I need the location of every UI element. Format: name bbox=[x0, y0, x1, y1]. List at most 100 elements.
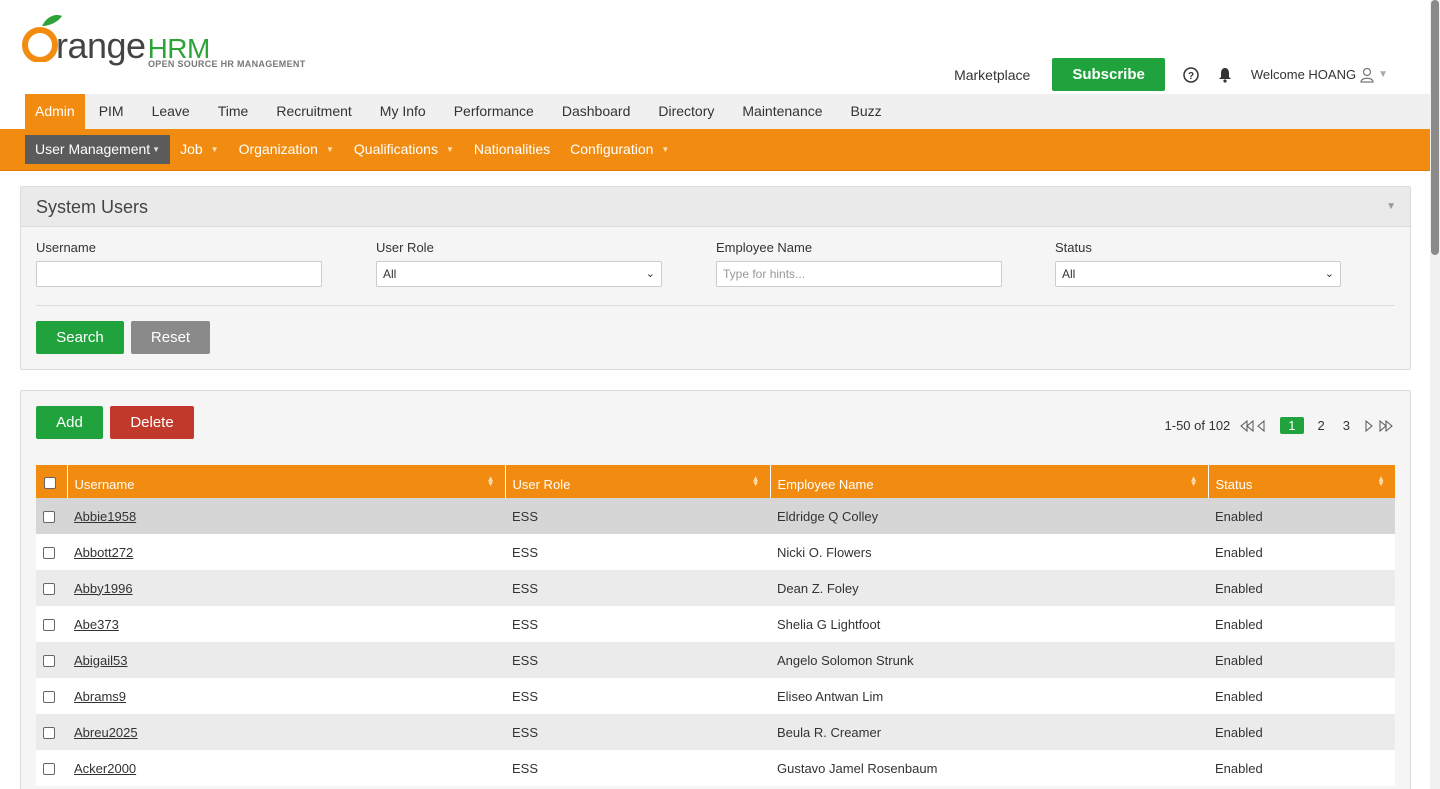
chevron-down-icon: ⌄ bbox=[645, 268, 655, 280]
username-field-group: Username bbox=[36, 240, 322, 287]
page-3[interactable]: 3 bbox=[1339, 418, 1354, 433]
subnav-user-management[interactable]: User Management ▼ bbox=[25, 135, 171, 164]
employee-name-cell: Shelia G Lightfoot bbox=[770, 606, 1208, 642]
search-button[interactable]: Search bbox=[36, 321, 124, 354]
sort-icon: ▲ ▼ bbox=[751, 474, 760, 488]
logo-word: range bbox=[56, 25, 146, 66]
chevron-down-icon: ▼ bbox=[661, 145, 670, 154]
page-2[interactable]: 2 bbox=[1314, 418, 1329, 433]
employee-name-cell: Dean Z. Foley bbox=[770, 570, 1208, 606]
subnav-label: Organization bbox=[238, 141, 318, 157]
nav-maintenance[interactable]: Maintenance bbox=[728, 94, 836, 129]
nav-directory[interactable]: Directory bbox=[644, 94, 728, 129]
table-row[interactable]: Abigail53 ESS Angelo Solomon Strunk Enab… bbox=[36, 642, 1395, 678]
col-label: Username bbox=[74, 477, 135, 492]
add-button[interactable]: Add bbox=[36, 406, 103, 439]
col-label: Status bbox=[1215, 477, 1253, 492]
status-label: Status bbox=[1055, 240, 1092, 255]
username-link[interactable]: Abreu2025 bbox=[74, 725, 138, 740]
collapse-toggle-icon[interactable]: ▼ bbox=[1386, 201, 1396, 212]
row-checkbox[interactable] bbox=[43, 511, 55, 524]
welcome-text: Welcome HOANG bbox=[1250, 67, 1357, 82]
row-checkbox[interactable] bbox=[43, 583, 55, 596]
row-checkbox[interactable] bbox=[43, 655, 55, 668]
table-row[interactable]: Acker2000 ESS Gustavo Jamel Rosenbaum En… bbox=[36, 750, 1395, 786]
chevron-down-icon: ▼ bbox=[445, 145, 454, 154]
table-row[interactable]: Abreu2025 ESS Beula R. Creamer Enabled bbox=[36, 714, 1395, 750]
subnav-nationalities[interactable]: Nationalities bbox=[464, 135, 560, 164]
main-nav: Admin PIM Leave Time Recruitment My Info… bbox=[25, 94, 1430, 129]
nav-buzz[interactable]: Buzz bbox=[837, 94, 896, 129]
nav-dashboard[interactable]: Dashboard bbox=[548, 94, 645, 129]
nav-recruitment[interactable]: Recruitment bbox=[262, 94, 365, 129]
username-link[interactable]: Abbott272 bbox=[74, 545, 133, 560]
subnav-label: Qualifications bbox=[353, 141, 438, 157]
pagination-range: 1-50 of 102 bbox=[1164, 418, 1231, 433]
nav-pim[interactable]: PIM bbox=[85, 94, 138, 129]
bell-icon[interactable] bbox=[1217, 67, 1233, 83]
table-row[interactable]: Abby1996 ESS Dean Z. Foley Enabled bbox=[36, 570, 1395, 606]
select-all-checkbox[interactable] bbox=[44, 476, 56, 489]
subnav-job[interactable]: Job ▼ bbox=[170, 135, 229, 164]
pagination: 1-50 of 102 1 2 3 bbox=[1165, 417, 1394, 434]
username-input[interactable] bbox=[36, 261, 322, 287]
username-link[interactable]: Abe373 bbox=[74, 617, 119, 632]
username-link[interactable]: Abbie1958 bbox=[74, 509, 136, 524]
col-user-role[interactable]: User Role ▲ ▼ bbox=[505, 465, 771, 498]
page-1[interactable]: 1 bbox=[1280, 417, 1304, 434]
subnav-label: Job bbox=[180, 141, 203, 157]
nav-time[interactable]: Time bbox=[204, 94, 263, 129]
orangehrm-logo[interactable]: rangeHRM OPEN SOURCE HR MANAGEMENT bbox=[22, 12, 312, 74]
row-checkbox[interactable] bbox=[43, 763, 55, 776]
employee-name-input[interactable]: Type for hints... bbox=[716, 261, 1002, 287]
system-users-search-panel: System Users ▼ Username User Role All ⌄ E… bbox=[20, 186, 1411, 370]
page-scrollbar[interactable] bbox=[1430, 0, 1440, 789]
svg-text:?: ? bbox=[1188, 71, 1194, 82]
row-checkbox[interactable] bbox=[43, 547, 55, 560]
col-username[interactable]: Username ▲ ▼ bbox=[67, 465, 506, 498]
subscribe-button[interactable]: Subscribe bbox=[1052, 58, 1165, 91]
username-link[interactable]: Acker2000 bbox=[74, 761, 136, 776]
table-row[interactable]: Abbie1958 ESS Eldridge Q Colley Enabled bbox=[36, 498, 1395, 534]
username-link[interactable]: Abrams9 bbox=[74, 689, 126, 704]
panel-title: System Users bbox=[36, 197, 149, 217]
pager-first-last-icon[interactable] bbox=[1240, 419, 1270, 432]
user-role-cell: ESS bbox=[505, 570, 770, 606]
delete-button[interactable]: Delete bbox=[110, 406, 194, 439]
scrollbar-thumb[interactable] bbox=[1431, 0, 1439, 255]
subnav-organization[interactable]: Organization ▼ bbox=[229, 135, 344, 164]
help-icon[interactable]: ? bbox=[1183, 66, 1199, 83]
subnav-qualifications[interactable]: Qualifications ▼ bbox=[344, 135, 464, 164]
welcome-menu[interactable]: Welcome HOANG ▼ bbox=[1251, 67, 1388, 83]
status-cell: Enabled bbox=[1208, 678, 1395, 714]
table-row[interactable]: Abe373 ESS Shelia G Lightfoot Enabled bbox=[36, 606, 1395, 642]
marketplace-link[interactable]: Marketplace bbox=[954, 67, 1030, 83]
row-checkbox[interactable] bbox=[43, 619, 55, 632]
reset-button[interactable]: Reset bbox=[131, 321, 210, 354]
subnav-configuration[interactable]: Configuration ▼ bbox=[560, 135, 679, 164]
nav-my-info[interactable]: My Info bbox=[366, 94, 440, 129]
user-role-cell: ESS bbox=[505, 750, 770, 786]
username-link[interactable]: Abby1996 bbox=[74, 581, 133, 596]
user-role-cell: ESS bbox=[505, 678, 770, 714]
user-role-cell: ESS bbox=[505, 498, 770, 534]
sort-icon: ▲ ▼ bbox=[1189, 474, 1198, 488]
pager-next-last-icon[interactable] bbox=[1364, 419, 1394, 432]
username-link[interactable]: Abigail53 bbox=[74, 653, 128, 668]
table-row[interactable]: Abrams9 ESS Eliseo Antwan Lim Enabled bbox=[36, 678, 1395, 714]
user-role-select[interactable]: All ⌄ bbox=[376, 261, 662, 287]
nav-leave[interactable]: Leave bbox=[138, 94, 204, 129]
panel-header: System Users ▼ bbox=[21, 187, 1410, 227]
status-select[interactable]: All ⌄ bbox=[1055, 261, 1341, 287]
user-role-value: All bbox=[383, 267, 397, 281]
nav-performance[interactable]: Performance bbox=[440, 94, 548, 129]
col-employee-name[interactable]: Employee Name ▲ ▼ bbox=[770, 465, 1209, 498]
logo-tagline: OPEN SOURCE HR MANAGEMENT bbox=[148, 59, 306, 69]
row-checkbox[interactable] bbox=[43, 691, 55, 704]
nav-admin[interactable]: Admin bbox=[25, 94, 85, 129]
col-status[interactable]: Status ▲ ▼ bbox=[1208, 465, 1395, 498]
subnav-label: Configuration bbox=[570, 141, 654, 157]
row-checkbox[interactable] bbox=[43, 727, 55, 740]
subnav-label: User Management bbox=[35, 141, 151, 157]
table-row[interactable]: Abbott272 ESS Nicki O. Flowers Enabled bbox=[36, 534, 1395, 570]
